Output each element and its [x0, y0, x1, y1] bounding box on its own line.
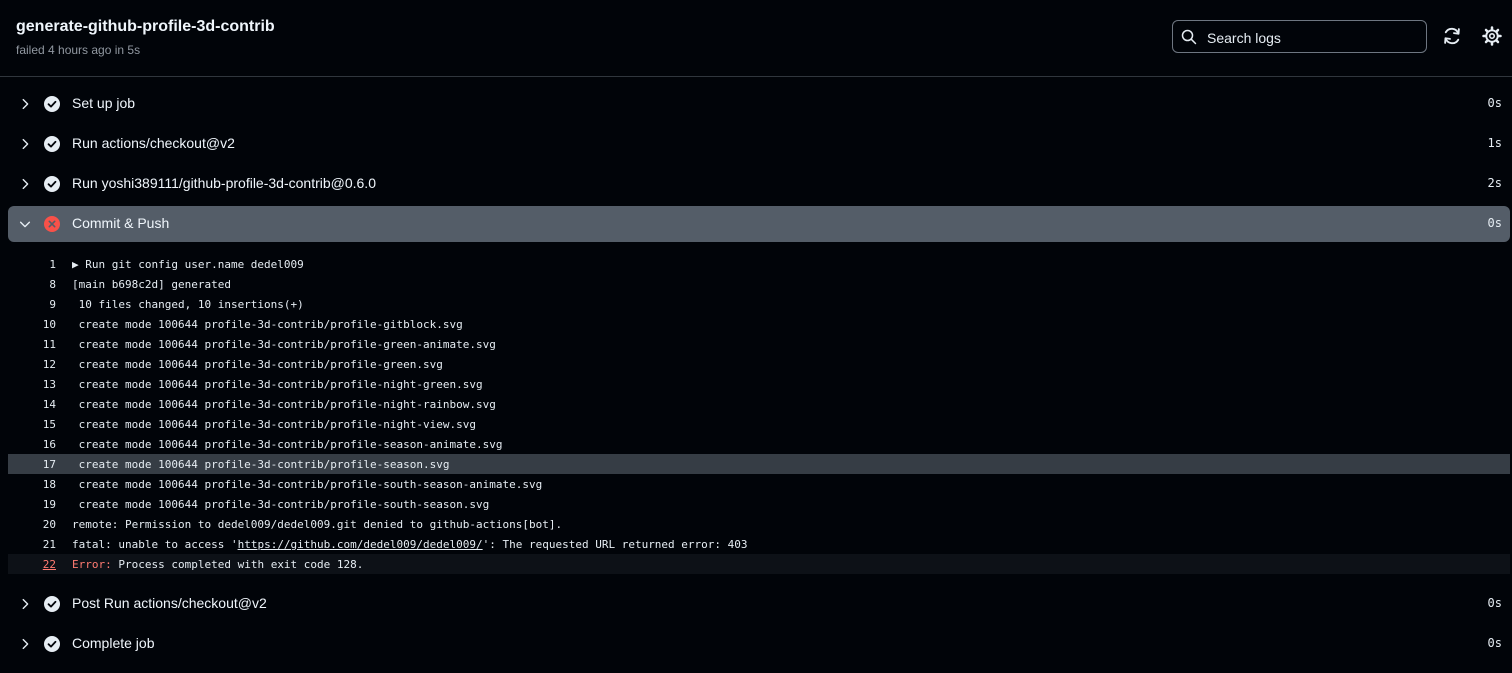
- log-line: 21 fatal: unable to access 'https://gith…: [8, 534, 1510, 554]
- log-line-number[interactable]: 16: [8, 438, 56, 451]
- log-line-text: 10 files changed, 10 insertions(+): [72, 298, 304, 311]
- check-circle-icon: [44, 176, 60, 192]
- step-name: Post Run actions/checkout@v2: [72, 595, 267, 611]
- log-line-number[interactable]: 12: [8, 358, 56, 371]
- log-text-suffix: ': The requested URL returned error: 403: [482, 538, 748, 551]
- log-text-prefix: fatal: unable to access ': [72, 538, 238, 551]
- check-circle-icon: [44, 136, 60, 152]
- log-line-text: remote: Permission to dedel009/dedel009.…: [72, 518, 563, 531]
- log-line-text: create mode 100644 profile-3d-contrib/pr…: [72, 378, 483, 391]
- log-line-text: create mode 100644 profile-3d-contrib/pr…: [72, 418, 476, 431]
- step-post-run-checkout[interactable]: Post Run actions/checkout@v2 0s: [8, 586, 1510, 622]
- chevron-right-icon: [22, 638, 29, 650]
- step-name: Set up job: [72, 95, 136, 111]
- step-duration: 2s: [1487, 176, 1502, 190]
- settings-button[interactable]: [1482, 26, 1502, 46]
- step-duration: 0s: [1487, 96, 1502, 110]
- log-line-number[interactable]: 8: [8, 278, 56, 291]
- log-line: 16 create mode 100644 profile-3d-contrib…: [8, 434, 1510, 454]
- chevron-down-icon: [19, 221, 31, 228]
- search-logs-input[interactable]: [1205, 21, 1424, 54]
- log-line-text: create mode 100644 profile-3d-contrib/pr…: [72, 498, 490, 511]
- step-run-profile-3d-contrib[interactable]: Run yoshi389111/github-profile-3d-contri…: [8, 166, 1510, 202]
- log-line-number[interactable]: 22: [8, 558, 56, 571]
- log-line: 13 create mode 100644 profile-3d-contrib…: [8, 374, 1510, 394]
- log-line-text: [main b698c2d] generated: [72, 278, 231, 291]
- log-line: 8 [main b698c2d] generated: [8, 274, 1510, 294]
- log-line: 9 10 files changed, 10 insertions(+): [8, 294, 1510, 314]
- log-line-text: create mode 100644 profile-3d-contrib/pr…: [72, 458, 450, 471]
- log-line-text: Error: Process completed with exit code …: [72, 558, 363, 571]
- job-status-text: failed 4 hours ago in 5s: [16, 43, 141, 57]
- chevron-right-icon: [22, 98, 29, 110]
- chevron-right-icon: [22, 138, 29, 150]
- log-line: 15 create mode 100644 profile-3d-contrib…: [8, 414, 1510, 434]
- log-line-number[interactable]: 18: [8, 478, 56, 491]
- check-circle-icon: [44, 96, 60, 112]
- log-line: 12 create mode 100644 profile-3d-contrib…: [8, 354, 1510, 374]
- refresh-icon: [1444, 27, 1460, 45]
- gear-icon: [1482, 26, 1502, 46]
- error-message: Process completed with exit code 128.: [111, 558, 364, 571]
- log-line: 20 remote: Permission to dedel009/dedel0…: [8, 514, 1510, 534]
- log-line-text: create mode 100644 profile-3d-contrib/pr…: [72, 398, 496, 411]
- log-line-number[interactable]: 15: [8, 418, 56, 431]
- log-line-text: fatal: unable to access 'https://github.…: [72, 538, 748, 551]
- log-line-highlighted: 17 create mode 100644 profile-3d-contrib…: [8, 454, 1510, 474]
- step-duration: 0s: [1487, 596, 1502, 610]
- log-line: 14 create mode 100644 profile-3d-contrib…: [8, 394, 1510, 414]
- log-line-number[interactable]: 14: [8, 398, 56, 411]
- log-line: 11 create mode 100644 profile-3d-contrib…: [8, 334, 1510, 354]
- job-header: generate-github-profile-3d-contrib faile…: [0, 0, 1512, 77]
- log-url-link[interactable]: https://github.com/dedel009/dedel009/: [238, 538, 483, 551]
- step-name: Run actions/checkout@v2: [72, 135, 235, 151]
- log-line-number[interactable]: 11: [8, 338, 56, 351]
- log-line-text: create mode 100644 profile-3d-contrib/pr…: [72, 338, 496, 351]
- log-line-number[interactable]: 20: [8, 518, 56, 531]
- log-line: 18 create mode 100644 profile-3d-contrib…: [8, 474, 1510, 494]
- refresh-button[interactable]: [1442, 26, 1462, 46]
- log-line-number[interactable]: 13: [8, 378, 56, 391]
- step-complete-job[interactable]: Complete job 0s: [8, 626, 1510, 662]
- log-line-text[interactable]: ▶ Run git config user.name dedel009: [72, 258, 304, 271]
- step-set-up-job[interactable]: Set up job 0s: [8, 86, 1510, 122]
- log-line: 10 create mode 100644 profile-3d-contrib…: [8, 314, 1510, 334]
- job-title: generate-github-profile-3d-contrib: [16, 18, 275, 35]
- log-line-number[interactable]: 19: [8, 498, 56, 511]
- log-line-error: 22 Error: Process completed with exit co…: [8, 554, 1510, 574]
- check-circle-icon: [44, 596, 60, 612]
- chevron-right-icon: [22, 178, 29, 190]
- log-line-number[interactable]: 9: [8, 298, 56, 311]
- log-line-number[interactable]: 10: [8, 318, 56, 331]
- log-line-text: create mode 100644 profile-3d-contrib/pr…: [72, 478, 543, 491]
- log-line-number[interactable]: 21: [8, 538, 56, 551]
- step-name: Commit & Push: [72, 215, 170, 231]
- check-circle-icon: [44, 636, 60, 652]
- log-line-number[interactable]: 17: [8, 458, 56, 471]
- log-line-number[interactable]: 1: [8, 258, 56, 271]
- step-name: Complete job: [72, 635, 155, 651]
- error-label: Error:: [72, 558, 112, 571]
- x-circle-icon: [44, 216, 60, 232]
- log-line[interactable]: 1 ▶ Run git config user.name dedel009: [8, 254, 1510, 274]
- log-line: 19 create mode 100644 profile-3d-contrib…: [8, 494, 1510, 514]
- step-duration: 1s: [1487, 136, 1502, 150]
- search-logs-box[interactable]: [1172, 20, 1427, 54]
- step-commit-and-push[interactable]: Commit & Push 0s: [8, 206, 1510, 242]
- log-line-text: create mode 100644 profile-3d-contrib/pr…: [72, 318, 463, 331]
- step-duration: 0s: [1487, 636, 1502, 650]
- chevron-right-icon: [22, 598, 29, 610]
- log-line-text: create mode 100644 profile-3d-contrib/pr…: [72, 438, 503, 451]
- log-line-text: create mode 100644 profile-3d-contrib/pr…: [72, 358, 443, 371]
- step-run-checkout[interactable]: Run actions/checkout@v2 1s: [8, 126, 1510, 162]
- search-icon: [1181, 29, 1197, 45]
- step-duration: 0s: [1487, 216, 1502, 230]
- step-name: Run yoshi389111/github-profile-3d-contri…: [72, 175, 376, 191]
